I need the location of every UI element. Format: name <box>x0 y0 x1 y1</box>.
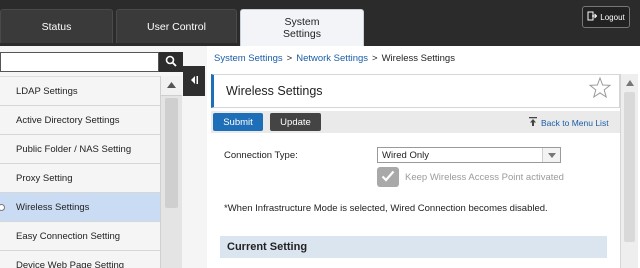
sidebar-item-label: Active Directory Settings <box>16 114 120 126</box>
main-scrollbar[interactable] <box>620 74 638 268</box>
sidebar-item-active-directory-settings[interactable]: Active Directory Settings <box>0 106 160 135</box>
sidebar-item-device-web-page-setting[interactable]: Device Web Page Setting <box>0 251 160 268</box>
sidebar-search <box>0 52 184 72</box>
tab-status-label: Status <box>41 20 72 33</box>
selected-dot-icon <box>0 204 5 211</box>
update-button[interactable]: Update <box>270 113 321 131</box>
sidebar-menu: LDAP Settings Active Directory Settings … <box>0 76 160 268</box>
back-to-menu-label: Back to Menu List <box>541 117 609 128</box>
main-content: System Settings > Network Settings > Wir… <box>207 46 640 268</box>
sidebar-item-label: Easy Connection Setting <box>16 230 121 242</box>
sidebar-item-easy-connection-setting[interactable]: Easy Connection Setting <box>0 222 160 251</box>
tab-system-settings-label: System Settings <box>283 16 321 40</box>
tab-system-settings[interactable]: System Settings <box>240 9 364 46</box>
sidebar-item-label: Wireless Settings <box>16 201 90 213</box>
sidebar-item-label: Device Web Page Setting <box>16 259 125 268</box>
sidebar-item-label: LDAP Settings <box>16 85 78 97</box>
keep-wireless-label: Keep Wireless Access Point activated <box>405 172 564 183</box>
sidebar-scroll-up-button[interactable] <box>161 76 182 96</box>
submit-button[interactable]: Submit <box>213 113 263 131</box>
main-scroll-up-button[interactable] <box>621 74 638 92</box>
search-icon <box>165 55 177 70</box>
sidebar-item-label: Proxy Setting <box>16 172 73 184</box>
sidebar-item-ldap-settings[interactable]: LDAP Settings <box>0 77 160 106</box>
collapse-left-icon <box>188 74 200 89</box>
collapse-sidebar-button[interactable] <box>183 66 205 96</box>
star-icon[interactable] <box>588 76 612 100</box>
search-button[interactable] <box>159 52 183 72</box>
sidebar-scrollbar[interactable] <box>160 76 182 268</box>
search-input[interactable] <box>0 52 159 72</box>
sidebar-scroll-thumb[interactable] <box>165 98 178 208</box>
action-toolbar: Submit Update Back to Menu List <box>211 111 620 133</box>
sidebar: LDAP Settings Active Directory Settings … <box>0 46 207 268</box>
check-icon <box>381 170 395 185</box>
sidebar-item-wireless-settings[interactable]: Wireless Settings <box>0 193 160 222</box>
chevron-down-icon <box>542 148 560 162</box>
connection-type-select[interactable]: Wired Only <box>377 147 561 163</box>
page-title-bar: Wireless Settings <box>211 74 620 108</box>
connection-type-label: Connection Type: <box>224 150 298 161</box>
logout-door-icon <box>587 11 598 23</box>
tab-user-control[interactable]: User Control <box>116 9 237 43</box>
logout-label: Logout <box>600 12 625 22</box>
main-scroll-thumb[interactable] <box>624 92 635 242</box>
back-arrow-icon <box>529 117 537 128</box>
logout-button[interactable]: Logout <box>582 6 630 28</box>
current-setting-label: Current Setting <box>227 241 308 253</box>
breadcrumb: System Settings > Network Settings > Wir… <box>214 53 455 64</box>
back-to-menu-link[interactable]: Back to Menu List <box>529 117 609 128</box>
scroll-up-arrow-icon <box>167 80 176 91</box>
tab-status[interactable]: Status <box>0 9 113 43</box>
infrastructure-mode-note: *When Infrastructure Mode is selected, W… <box>224 203 548 214</box>
tab-user-control-label: User Control <box>147 20 206 33</box>
keep-wireless-checkbox[interactable] <box>377 167 399 187</box>
breadcrumb-current: Wireless Settings <box>381 53 455 64</box>
breadcrumb-network-settings[interactable]: Network Settings <box>296 53 368 64</box>
breadcrumb-system-settings[interactable]: System Settings <box>214 53 283 64</box>
sidebar-item-public-folder-nas-setting[interactable]: Public Folder / NAS Setting <box>0 135 160 164</box>
top-navigation-bar: Status User Control System Settings Logo… <box>0 0 640 46</box>
sidebar-item-proxy-setting[interactable]: Proxy Setting <box>0 164 160 193</box>
sidebar-item-label: Public Folder / NAS Setting <box>16 143 132 155</box>
connection-type-value: Wired Only <box>382 149 429 161</box>
page-title: Wireless Settings <box>226 84 323 98</box>
breadcrumb-separator: > <box>286 53 293 64</box>
breadcrumb-separator: > <box>372 53 378 64</box>
current-setting-heading: Current Setting <box>220 236 607 258</box>
